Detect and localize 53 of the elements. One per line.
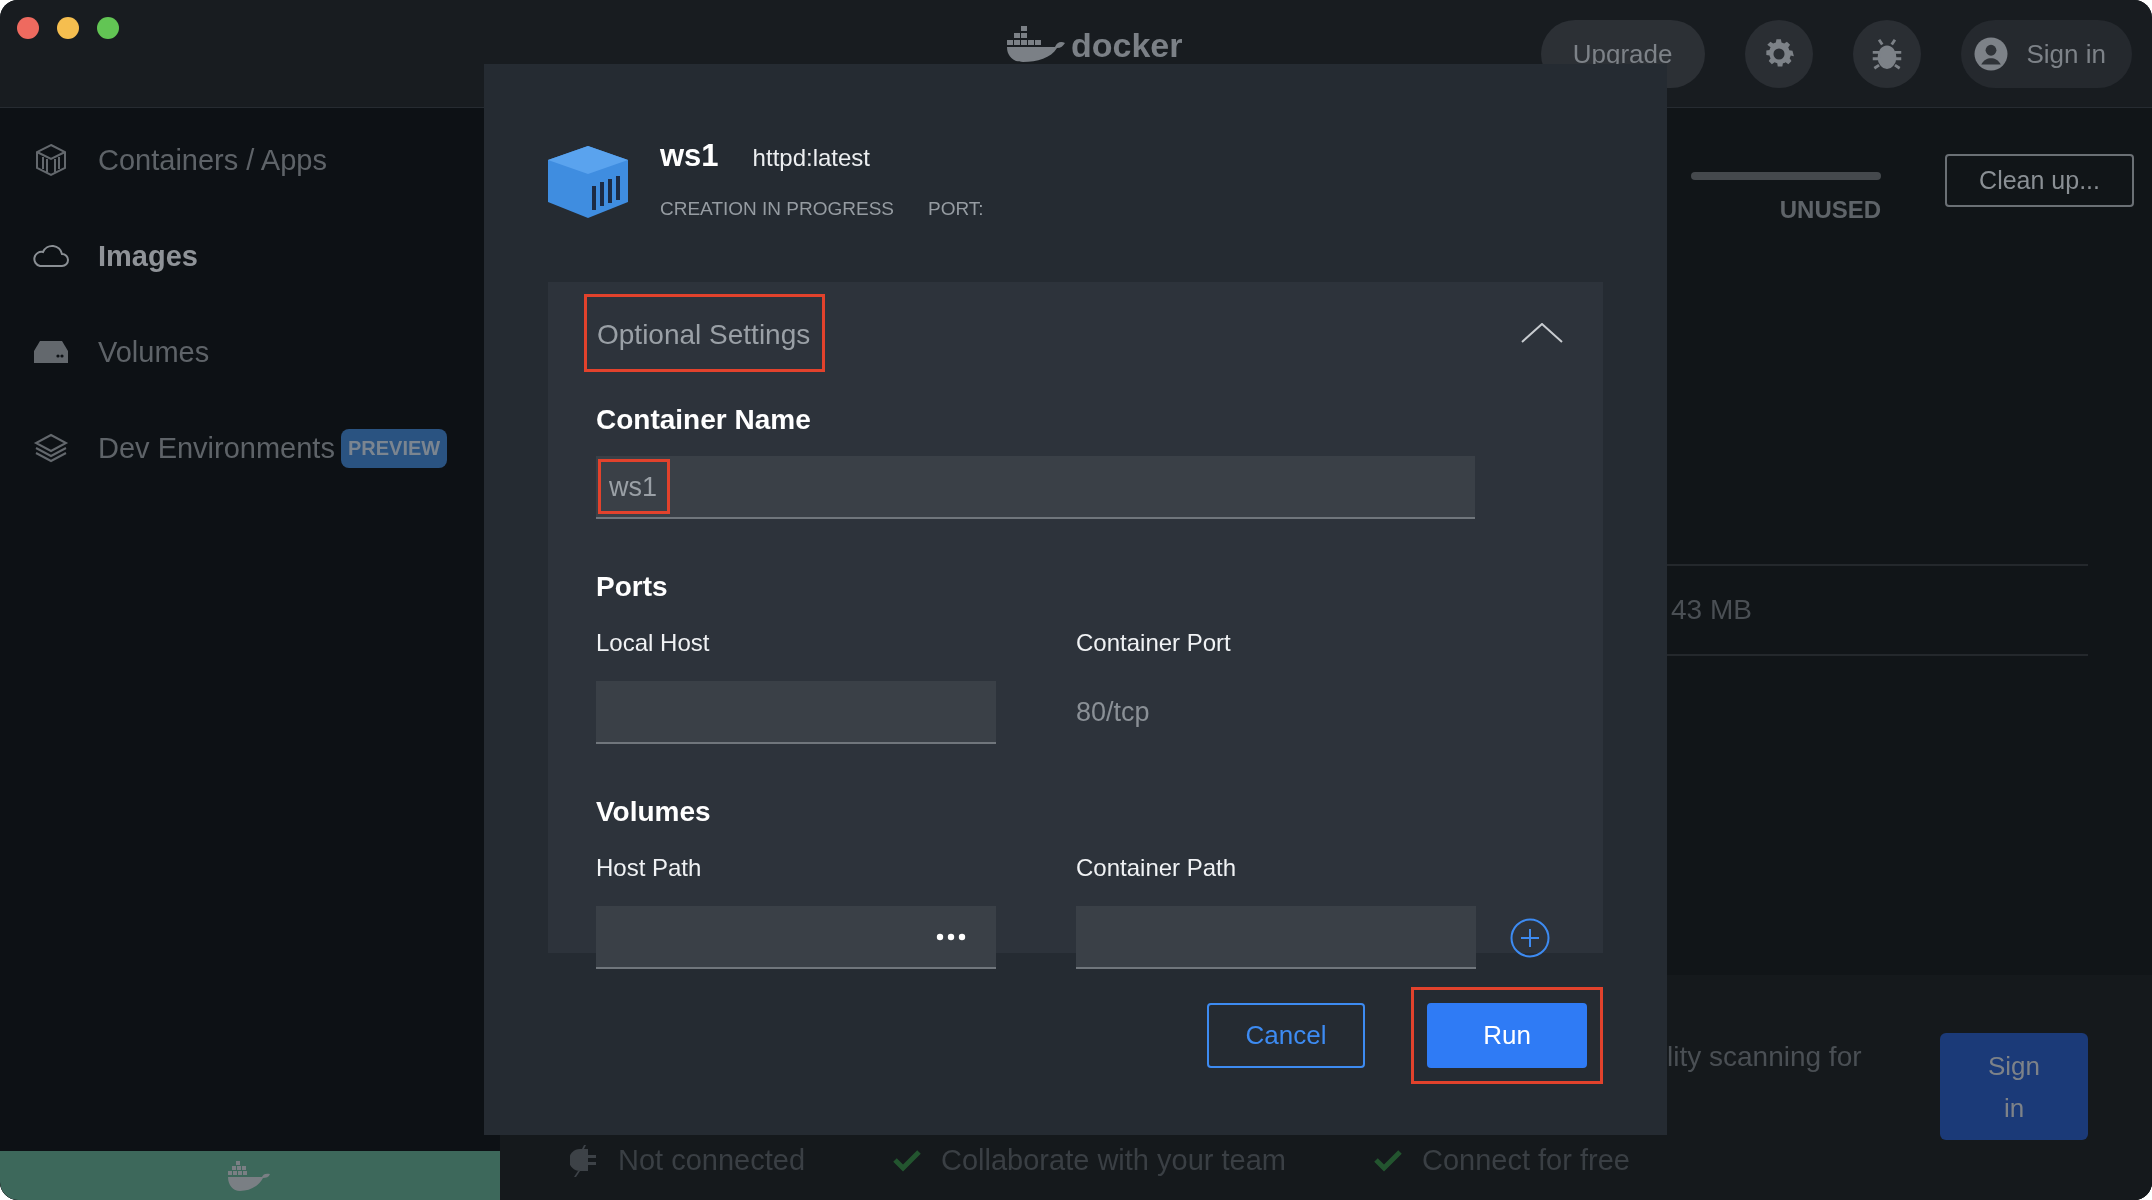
- whale-icon: [1007, 26, 1067, 62]
- field-label: Host Path: [596, 854, 703, 882]
- close-window-button[interactable]: [17, 17, 39, 39]
- sidebar-item[interactable]: Dev Environments PREVIEW: [0, 400, 500, 496]
- whale-icon: [228, 1160, 272, 1191]
- add-icon[interactable]: [1510, 917, 1550, 958]
- image-name: httpd:latest: [752, 144, 871, 172]
- sidebar-label: Images: [98, 239, 198, 273]
- port-label: PORT:: [928, 198, 984, 220]
- field-label: Container Name: [596, 404, 812, 436]
- sidebar-label: Volumes: [98, 335, 210, 369]
- sidebar-label: Containers / Apps: [98, 143, 327, 177]
- more-icon[interactable]: [936, 932, 966, 941]
- sidebar-item[interactable]: Images: [0, 208, 500, 304]
- chevron-up-icon: [1521, 323, 1563, 343]
- container-icon: [548, 146, 628, 218]
- sidebar-item[interactable]: Volumes: [0, 304, 500, 400]
- check-icon: [893, 1149, 921, 1172]
- sidebar-item[interactable]: Containers / Apps: [0, 112, 500, 208]
- section-title: Volumes: [596, 796, 712, 828]
- container-name-field[interactable]: ws1: [596, 456, 1475, 519]
- field-value: ws1: [609, 472, 657, 502]
- collapse-button[interactable]: [1521, 323, 1563, 343]
- user-icon: [1972, 36, 2009, 72]
- section-title: Ports: [596, 571, 669, 603]
- unplugged-icon: [570, 1144, 598, 1177]
- cloud-icon: [32, 244, 70, 268]
- banner-text: lity scanning for: [1667, 1041, 1862, 1073]
- sign-in-button[interactable]: Sign in: [1960, 20, 2132, 88]
- usage-label: UNUSED: [1779, 196, 1882, 224]
- local-host-field[interactable]: [596, 681, 996, 744]
- container-path-field[interactable]: [1076, 906, 1476, 969]
- field-label: Container Port: [1076, 629, 1232, 657]
- sidebar-label: Dev Environments: [98, 431, 335, 465]
- cancel-button[interactable]: Cancel: [1207, 1003, 1365, 1068]
- app-logo-text: docker: [1071, 28, 1183, 62]
- zoom-window-button[interactable]: [97, 17, 119, 39]
- preview-badge: PREVIEW: [340, 428, 448, 468]
- field-label: Container Path: [1076, 854, 1238, 882]
- container-port-value: 80/tcp: [1076, 697, 1151, 728]
- image-size: 43 MB: [1670, 594, 1752, 626]
- clean-up-button[interactable]: Clean up...: [1945, 154, 2134, 207]
- sign-in-button[interactable]: Sign in: [1940, 1033, 2088, 1140]
- container-name: ws1: [660, 138, 719, 174]
- field-label: Local Host: [596, 629, 711, 657]
- minimize-window-button[interactable]: [57, 17, 79, 39]
- drive-icon: [32, 341, 70, 363]
- layers-icon: [32, 433, 70, 463]
- container-status: CREATION IN PROGRESS: [660, 198, 894, 220]
- run-button[interactable]: Run: [1427, 1003, 1587, 1068]
- check-icon: [1373, 1149, 1402, 1172]
- host-path-field[interactable]: [596, 906, 996, 969]
- section-title: Optional Settings: [597, 319, 811, 350]
